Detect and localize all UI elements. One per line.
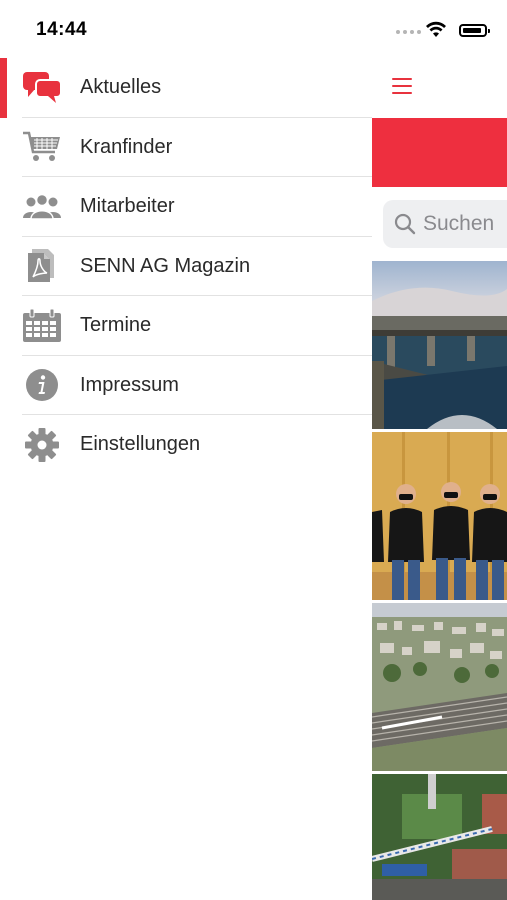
chat-bubbles-icon bbox=[22, 70, 62, 106]
shopping-cart-icon bbox=[22, 129, 62, 165]
hamburger-menu-icon[interactable] bbox=[392, 78, 412, 94]
menu-item-aktuelles[interactable]: Aktuelles bbox=[0, 58, 372, 118]
news-image-crane[interactable] bbox=[372, 774, 507, 900]
menu-item-impressum[interactable]: Impressum bbox=[0, 356, 372, 415]
wifi-icon bbox=[426, 21, 446, 37]
people-icon bbox=[22, 189, 62, 225]
side-menu: Aktuelles Kranfinder Mitarbeiter SENN AG… bbox=[0, 58, 372, 475]
main-content-peek[interactable]: Suchen bbox=[372, 56, 507, 900]
search-placeholder: Suchen bbox=[423, 212, 495, 235]
pdf-document-icon bbox=[22, 248, 62, 284]
battery-icon bbox=[459, 24, 490, 37]
menu-item-senn-ag-magazin[interactable]: SENN AG Magazin bbox=[0, 237, 372, 296]
status-bar: 14:44 bbox=[0, 0, 507, 56]
menu-item-mitarbeiter[interactable]: Mitarbeiter bbox=[0, 177, 372, 237]
search-field[interactable]: Suchen bbox=[383, 200, 507, 248]
menu-item-label: SENN AG Magazin bbox=[80, 254, 251, 277]
search-icon bbox=[394, 213, 416, 235]
menu-item-einstellungen[interactable]: Einstellungen bbox=[0, 415, 372, 475]
menu-item-label: Mitarbeiter bbox=[80, 195, 175, 218]
status-time: 14:44 bbox=[36, 19, 88, 40]
signal-dots-icon bbox=[396, 30, 421, 34]
news-image-bridge[interactable] bbox=[372, 261, 507, 429]
calendar-icon bbox=[22, 308, 62, 344]
menu-item-termine[interactable]: Termine bbox=[0, 296, 372, 356]
gear-icon bbox=[22, 427, 62, 463]
menu-item-label: Kranfinder bbox=[80, 135, 173, 158]
news-image-city[interactable] bbox=[372, 603, 507, 771]
menu-item-kranfinder[interactable]: Kranfinder bbox=[0, 118, 372, 177]
info-icon bbox=[22, 367, 62, 403]
menu-item-label: Termine bbox=[80, 314, 152, 337]
news-image-team[interactable] bbox=[372, 432, 507, 600]
menu-item-label: Einstellungen bbox=[80, 433, 201, 456]
menu-item-label: Impressum bbox=[80, 373, 179, 396]
menu-item-label: Aktuelles bbox=[80, 76, 162, 99]
header-banner bbox=[372, 118, 507, 187]
